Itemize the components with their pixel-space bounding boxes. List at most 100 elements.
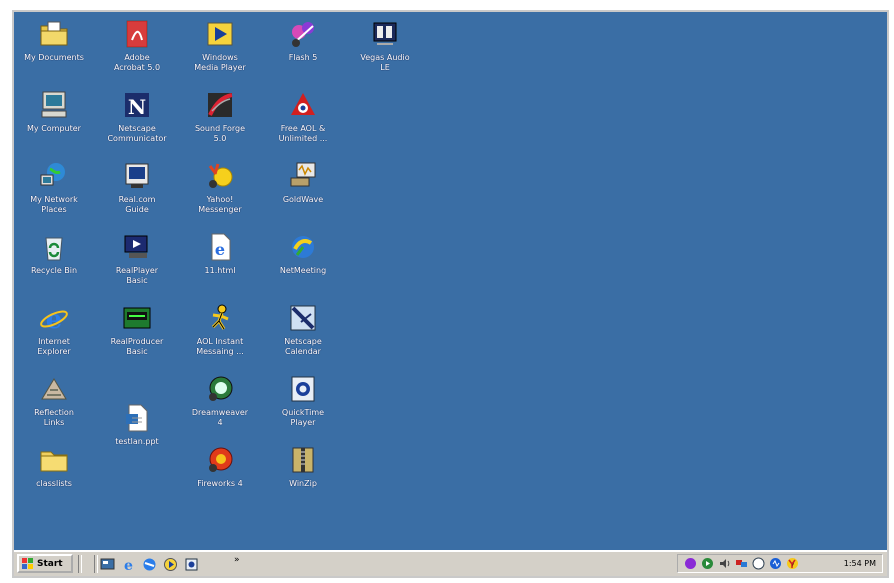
yahoo-messenger-icon (208, 163, 233, 188)
start-label: Start (37, 558, 63, 569)
desktop-icon-winzip[interactable]: WinZip (266, 444, 340, 489)
outlook-express-icon[interactable] (142, 557, 157, 572)
desktop-icon-yahoo-messenger[interactable]: Yahoo! Messenger (183, 160, 257, 215)
folder-icon (40, 451, 68, 472)
start-button[interactable]: Start (17, 554, 73, 573)
winzip-icon (292, 447, 314, 473)
desktop-icon-fireworks[interactable]: Fireworks 4 (183, 444, 257, 489)
desktop-icon-realproducer-basic[interactable]: RealProducer Basic (100, 302, 174, 357)
desktop[interactable]: My Documents My Computer My Network Plac… (14, 12, 887, 552)
desktop-icon-netscape-communicator[interactable]: N Netscape Communicator (100, 89, 174, 144)
icon-label: Netscape Communicator (107, 124, 167, 143)
desktop-icon-netmeeting[interactable]: NetMeeting (266, 231, 340, 276)
svg-text:e: e (46, 305, 63, 334)
calendar-icon[interactable] (184, 557, 199, 572)
network-places-icon (40, 163, 65, 186)
icon-label: Adobe Acrobat 5.0 (113, 53, 161, 72)
internet-explorer-icon[interactable]: e (121, 557, 136, 572)
desktop-icon-free-aol[interactable]: Free AOL & Unlimited ... (266, 89, 340, 144)
goldwave-icon (290, 162, 316, 187)
icon-label: Dreamweaver 4 (191, 408, 249, 427)
messenger-tray-icon[interactable] (769, 557, 782, 570)
desktop-icon-reflection-links[interactable]: Reflection Links (17, 373, 91, 428)
network-tray-icon[interactable] (735, 557, 748, 570)
icon-label: classlists (36, 479, 72, 488)
svg-text:N: N (128, 95, 146, 119)
desktop-icon-real-guide[interactable]: Real.com Guide (100, 160, 174, 215)
clock[interactable]: 1:54 PM (844, 559, 876, 568)
quick-launch-bar: e (100, 555, 199, 573)
netmeeting-icon (292, 236, 314, 258)
windows-logo-icon (22, 558, 33, 569)
system-tray: 1:54 PM (677, 554, 883, 573)
realproducer-icon (123, 307, 151, 329)
desktop-icon-dreamweaver[interactable]: Dreamweaver 4 (183, 373, 257, 428)
desktop-icon-my-computer[interactable]: My Computer (17, 89, 91, 134)
aol-tray-icon[interactable] (752, 557, 765, 570)
icon-label: My Network Places (30, 195, 78, 214)
desktop-icon-11-html[interactable]: e 11.html (183, 231, 257, 276)
taskbar-separator (94, 555, 98, 573)
html-file-icon: e (211, 233, 231, 261)
icon-label: Reflection Links (34, 408, 74, 427)
taskbar: Start e » 1:54 PM (14, 550, 887, 576)
desktop-icon-adobe-acrobat[interactable]: Adobe Acrobat 5.0 (100, 18, 174, 73)
document-icon (126, 404, 148, 432)
icon-label: Flash 5 (288, 53, 318, 62)
fireworks-icon (209, 447, 233, 472)
desktop-icon-classlists[interactable]: classlists (17, 444, 91, 489)
vegas-audio-icon (373, 22, 397, 45)
svg-text:e: e (124, 558, 133, 572)
desktop-icon-testlan-ppt[interactable]: testlan.ppt (100, 402, 174, 447)
reflection-links-icon (41, 378, 67, 400)
icon-label: AOL Instant Messaing ... (196, 337, 244, 356)
icon-label: WinZip (289, 479, 317, 488)
icon-label: Real.com Guide (118, 195, 156, 214)
acrobat-icon (126, 20, 148, 48)
yahoo-tray-icon[interactable] (786, 557, 799, 570)
icon-label: RealPlayer Basic (115, 266, 159, 285)
icon-label: My Computer (27, 124, 81, 133)
show-desktop-icon[interactable] (100, 557, 115, 572)
icon-label: My Documents (24, 53, 84, 62)
netscape-calendar-icon (290, 305, 316, 331)
recycle-bin-icon (45, 237, 63, 261)
icon-label: Netscape Calendar (284, 337, 322, 356)
quicktime-icon (291, 376, 315, 402)
screen: My Documents My Computer My Network Plac… (12, 10, 889, 578)
icon-label: Windows Media Player (194, 53, 246, 72)
desktop-icon-my-documents[interactable]: My Documents (17, 18, 91, 63)
icon-label: NetMeeting (279, 266, 327, 275)
netscape-icon: N (125, 93, 149, 119)
desktop-icon-flash[interactable]: Flash 5 (266, 18, 340, 63)
internet-explorer-icon: e (40, 305, 68, 334)
computer-icon (41, 91, 67, 118)
icon-label: testlan.ppt (115, 437, 159, 446)
antivirus-icon[interactable] (684, 557, 697, 570)
icon-label: QuickTime Player (281, 408, 325, 427)
taskbar-separator (78, 555, 82, 573)
desktop-icon-windows-media-player[interactable]: Windows Media Player (183, 18, 257, 73)
desktop-icon-sound-forge[interactable]: Sound Forge 5.0 (183, 89, 257, 144)
icon-label: Vegas Audio LE (360, 53, 410, 72)
icon-label: 11.html (204, 266, 236, 275)
realplayer-tray-icon[interactable] (701, 557, 714, 570)
folder-documents-icon (40, 21, 68, 46)
desktop-icon-recycle-bin[interactable]: Recycle Bin (17, 231, 91, 276)
desktop-icon-realplayer-basic[interactable]: RealPlayer Basic (100, 231, 174, 286)
desktop-icon-netscape-calendar[interactable]: Netscape Calendar (266, 302, 340, 357)
desktop-icon-my-network-places[interactable]: My Network Places (17, 160, 91, 215)
realplayer-icon (124, 235, 148, 258)
desktop-icon-goldwave[interactable]: GoldWave (266, 160, 340, 205)
desktop-icon-internet-explorer[interactable]: e Internet Explorer (17, 302, 91, 357)
desktop-icon-aol-instant-messenger[interactable]: AOL Instant Messaing ... (183, 302, 257, 357)
aim-icon (211, 304, 229, 330)
desktop-icon-quicktime-player[interactable]: QuickTime Player (266, 373, 340, 428)
icon-label: Fireworks 4 (197, 479, 243, 488)
quick-launch-chevron[interactable]: » (234, 555, 240, 565)
desktop-icon-vegas-audio[interactable]: Vegas Audio LE (348, 18, 422, 73)
icon-label: RealProducer Basic (110, 337, 164, 356)
media-player-icon[interactable] (163, 557, 178, 572)
icon-label: Free AOL & Unlimited ... (278, 124, 328, 143)
volume-icon[interactable] (718, 557, 731, 570)
